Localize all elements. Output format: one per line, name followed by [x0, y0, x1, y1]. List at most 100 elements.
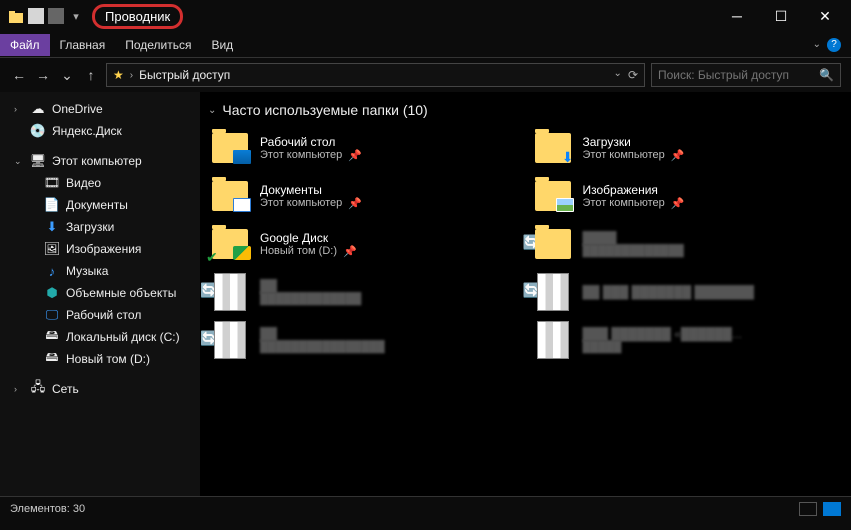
item-name: Документы	[260, 183, 362, 197]
item-name: Загрузки	[583, 135, 685, 149]
drive-icon: 🖴	[44, 351, 60, 367]
chevron-right-icon[interactable]: ›	[14, 384, 24, 394]
folder-item[interactable]: ИзображенияЭтот компьютер📌	[531, 176, 844, 216]
folder-item[interactable]: 🔄███████████████	[208, 272, 521, 312]
folder-overlay-icon	[233, 246, 251, 260]
video-icon: 🎞	[44, 175, 60, 191]
folder-overlay-icon	[233, 198, 251, 212]
refresh-icon[interactable]: ⟳	[628, 68, 638, 82]
sidebar-item-onedrive[interactable]: › ☁ OneDrive	[0, 98, 200, 120]
section-header[interactable]: ⌄ Часто используемые папки (10)	[208, 102, 843, 118]
up-button[interactable]: ↑	[82, 67, 100, 83]
pin-icon: 📌	[671, 197, 685, 210]
sidebar-item-thispc[interactable]: ⌄🖥Этот компьютер	[0, 150, 200, 172]
sidebar-item-label: Яндекс.Диск	[52, 124, 122, 138]
sidebar-item-documents[interactable]: 📄 Документы	[0, 194, 200, 216]
sidebar-item-video[interactable]: 🎞Видео	[0, 172, 200, 194]
status-count-label: Элементов:	[10, 503, 70, 515]
forward-button[interactable]: →	[34, 67, 52, 83]
item-name: ████	[583, 231, 684, 245]
chevron-right-icon[interactable]: ›	[14, 104, 24, 114]
history-dropdown-icon[interactable]: ⌄	[58, 67, 76, 84]
chevron-down-icon[interactable]: ⌄	[208, 105, 216, 116]
back-button[interactable]: ←	[10, 67, 28, 83]
qat-newfolder-icon[interactable]	[48, 8, 64, 24]
item-subtitle: Новый том (D:)📌	[260, 245, 357, 258]
folder-item[interactable]: 🔄█████████████████	[531, 224, 844, 264]
pin-icon: 📌	[671, 149, 685, 162]
sidebar-item-label: Локальный диск (C:)	[66, 330, 180, 344]
explorer-icon	[8, 8, 24, 24]
network-icon: 🖧	[30, 381, 46, 397]
dropdown-icon[interactable]: ▾	[68, 8, 84, 24]
chevron-right-icon: ›	[130, 70, 133, 81]
check-icon: ✔	[206, 249, 218, 266]
close-button[interactable]: ✕	[815, 8, 835, 25]
folder-item[interactable]: ███ ███████ «██████...█████	[531, 320, 844, 360]
file-icon	[537, 273, 569, 311]
documents-icon: 📄	[44, 197, 60, 213]
folder-item[interactable]: 🔄██ ███ ███████ ███████	[531, 272, 844, 312]
view-details-button[interactable]	[799, 502, 817, 516]
sidebar-item-network[interactable]: › 🖧 Сеть	[0, 378, 200, 400]
titlebar: ▾ Проводник ─ ☐ ✕	[0, 0, 851, 32]
item-subtitle: Этот компьютер📌	[583, 197, 685, 210]
cloud-icon: ☁	[30, 101, 46, 117]
pin-icon: 📌	[348, 149, 362, 162]
item-name: Рабочий стол	[260, 135, 362, 149]
drive-icon: 🖴	[44, 329, 60, 345]
ribbon-collapse-icon[interactable]: ⌄	[813, 39, 821, 50]
sidebar-item-label: Объемные объекты	[66, 286, 176, 300]
qat-properties-icon[interactable]	[28, 8, 44, 24]
help-icon[interactable]: ?	[827, 38, 841, 52]
view-tiles-button[interactable]	[823, 502, 841, 516]
search-box[interactable]: 🔍	[651, 63, 841, 87]
item-subtitle: ████████████████	[260, 341, 385, 353]
item-name: Google Диск	[260, 231, 357, 245]
sidebar-item-label: Документы	[66, 198, 128, 212]
folder-overlay-icon	[556, 150, 574, 164]
section-title: Часто используемые папки (10)	[222, 102, 427, 118]
tab-share[interactable]: Поделиться	[115, 34, 201, 56]
folder-item[interactable]: Рабочий столЭтот компьютер📌	[208, 128, 521, 168]
sidebar-item-downloads[interactable]: ⬇Загрузки	[0, 216, 200, 238]
item-name: ██ ███ ███████ ███████	[583, 285, 755, 299]
sidebar-item-label: OneDrive	[52, 102, 103, 116]
sidebar-item-label: Этот компьютер	[52, 154, 142, 168]
folder-item[interactable]: ДокументыЭтот компьютер📌	[208, 176, 521, 216]
minimize-button[interactable]: ─	[727, 8, 747, 25]
sidebar-item-localdisk-c[interactable]: 🖴 Локальный диск (C:)	[0, 326, 200, 348]
sidebar-item-label: Сеть	[52, 382, 79, 396]
sidebar-item-label: Изображения	[66, 242, 141, 256]
folder-icon	[212, 133, 248, 163]
search-input[interactable]	[658, 68, 813, 82]
folder-item[interactable]: 🔄██████████████████	[208, 320, 521, 360]
search-icon[interactable]: 🔍	[819, 68, 834, 82]
tab-view[interactable]: Вид	[201, 34, 243, 56]
sidebar-item-label: Рабочий стол	[66, 308, 141, 322]
content-pane: ⌄ Часто используемые папки (10) Рабочий …	[200, 92, 851, 496]
desktop-icon: 🖵	[44, 307, 60, 323]
chevron-down-icon[interactable]: ⌄	[14, 156, 24, 167]
tab-file[interactable]: Файл	[0, 34, 50, 56]
item-subtitle: █████████████	[583, 245, 684, 257]
sidebar-item-yandex[interactable]: 💿Яндекс.Диск	[0, 120, 200, 142]
maximize-button[interactable]: ☐	[771, 8, 791, 25]
address-dropdown-icon[interactable]: ⌄	[614, 68, 622, 82]
sidebar: › ☁ OneDrive 💿Яндекс.Диск ⌄🖥Этот компьютер…	[0, 92, 200, 496]
item-subtitle: Этот компьютер📌	[583, 149, 685, 162]
item-subtitle: █████████████	[260, 293, 361, 305]
tab-home[interactable]: Главная	[50, 34, 116, 56]
address-box[interactable]: ★ › Быстрый доступ ⌄ ⟳	[106, 63, 645, 87]
sidebar-item-pictures[interactable]: 🖼Изображения	[0, 238, 200, 260]
folder-item[interactable]: ЗагрузкиЭтот компьютер📌	[531, 128, 844, 168]
item-name: ██	[260, 279, 361, 293]
breadcrumb[interactable]: Быстрый доступ	[139, 68, 230, 82]
folder-item[interactable]: ✔ Google ДискНовый том (D:)📌	[208, 224, 521, 264]
sidebar-item-desktop[interactable]: 🖵 Рабочий стол	[0, 304, 200, 326]
sidebar-item-newvol-d[interactable]: 🖴Новый том (D:)	[0, 348, 200, 370]
file-icon	[537, 321, 569, 359]
sidebar-item-3dobjects[interactable]: ⬢Объемные объекты	[0, 282, 200, 304]
sidebar-item-music[interactable]: ♪Музыка	[0, 260, 200, 282]
file-icon	[214, 273, 246, 311]
